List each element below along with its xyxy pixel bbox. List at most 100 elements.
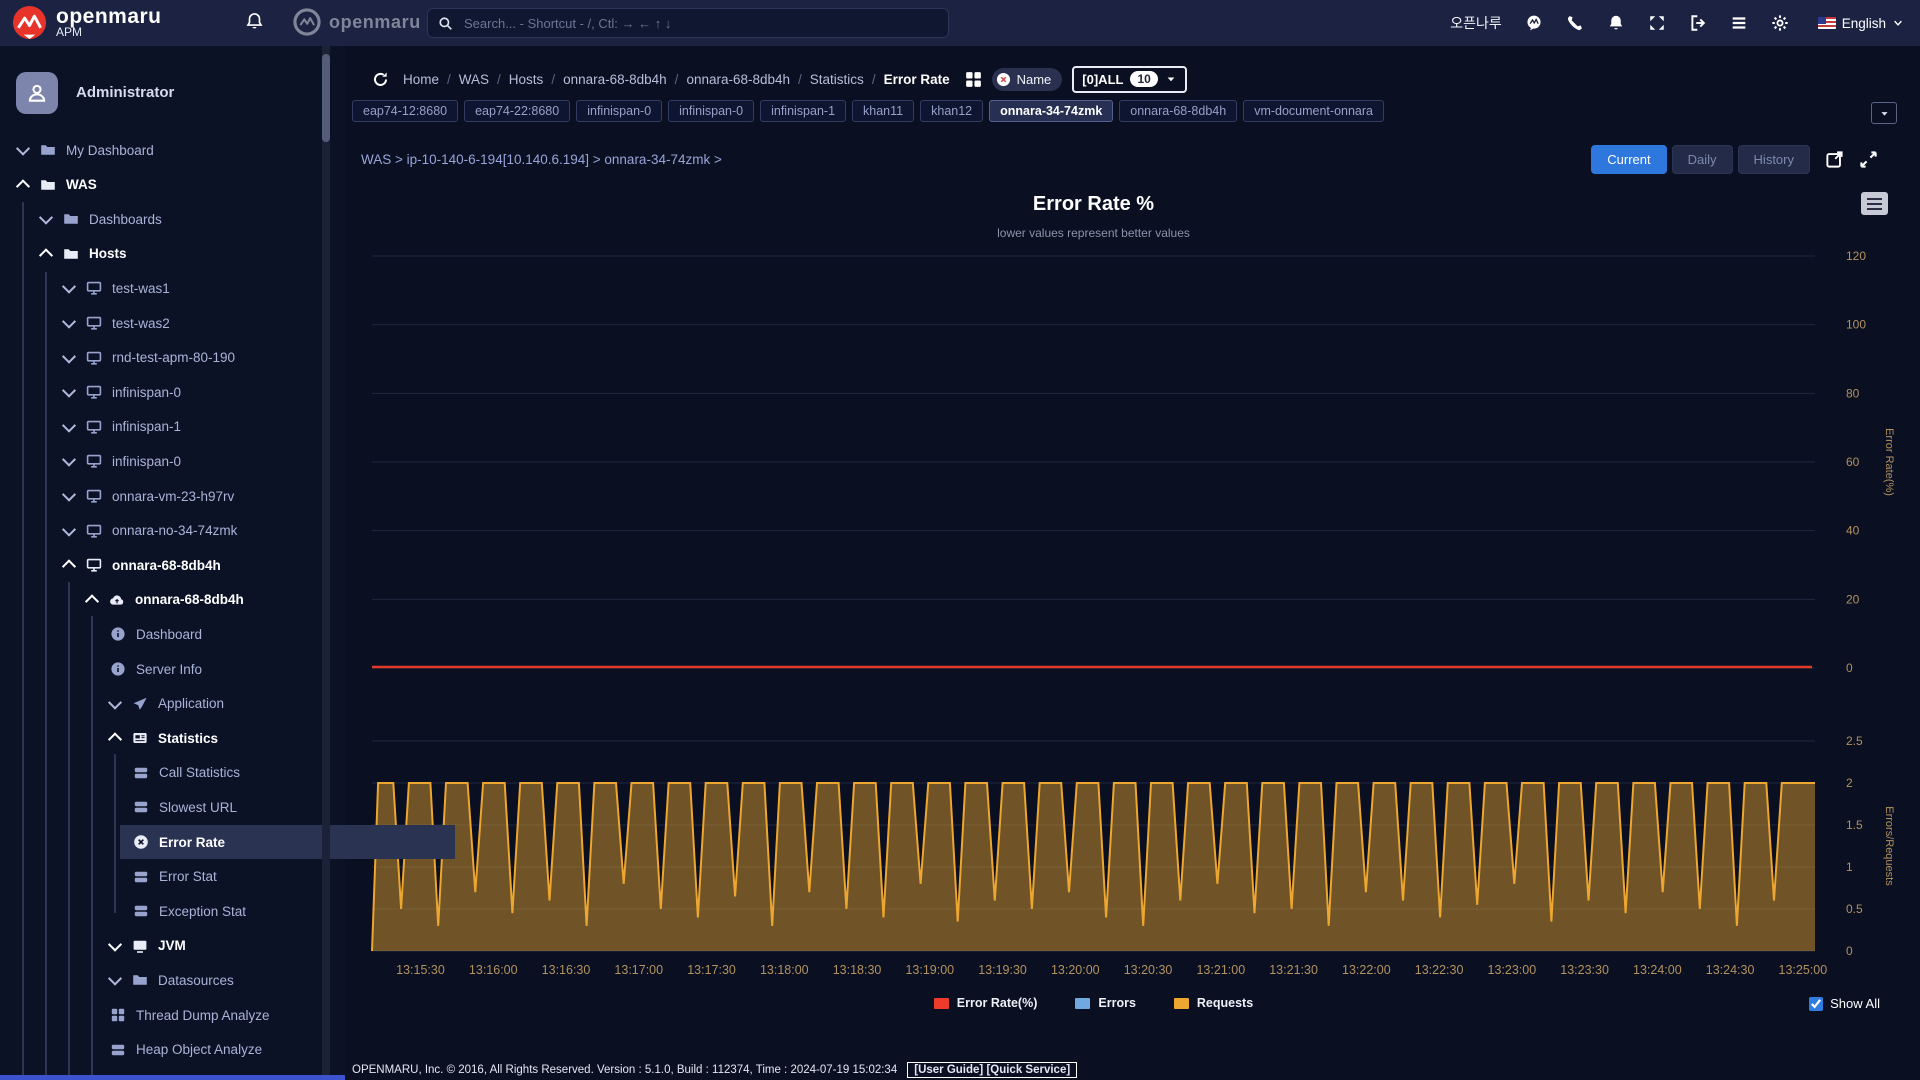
tree-guide-line: [114, 754, 116, 913]
all-dropdown[interactable]: [0]ALL 10: [1072, 65, 1187, 93]
avatar[interactable]: [16, 72, 58, 114]
legend-item-errors[interactable]: Errors: [1075, 996, 1136, 1010]
sidebar-item-application[interactable]: Application: [0, 687, 440, 721]
brand-name: openmaru: [56, 4, 162, 28]
breadcrumb-item[interactable]: Statistics: [810, 72, 864, 87]
sidebar-item-onnara-no-34-74zmk[interactable]: onnara-no-34-74zmk: [0, 514, 394, 548]
host-chip-eap74-12-8680[interactable]: eap74-12:8680: [352, 100, 459, 122]
sidebar-item-was[interactable]: WAS: [0, 168, 348, 202]
sidebar-item-heap-object-analyze[interactable]: Heap Object Analyze: [0, 1033, 440, 1067]
refresh-icon[interactable]: [372, 71, 389, 88]
chevron-down-icon[interactable]: [15, 141, 31, 156]
breadcrumb-item[interactable]: Error Rate: [884, 72, 950, 87]
openmaru-chat-icon[interactable]: [1525, 14, 1543, 32]
close-circle-icon[interactable]: [996, 72, 1011, 87]
chevron-down-icon[interactable]: [61, 314, 77, 329]
breadcrumb-item[interactable]: Hosts: [509, 72, 544, 87]
fullscreen-icon[interactable]: [1648, 14, 1666, 32]
chevron-down-icon[interactable]: [107, 695, 123, 710]
sidebar-item-onnara-vm-23-h97rv[interactable]: onnara-vm-23-h97rv: [0, 479, 394, 513]
host-chip-onnara-68-8db4h[interactable]: onnara-68-8db4h: [1119, 100, 1238, 122]
sidebar-item-label: Statistics: [158, 730, 219, 746]
chevron-down-icon[interactable]: [61, 452, 77, 468]
host-chip-infinispan-1[interactable]: infinispan-1: [760, 100, 847, 122]
sidebar-item-hosts[interactable]: Hosts: [0, 237, 371, 271]
sidebar-item-statistics[interactable]: Statistics: [0, 721, 440, 755]
menu-icon[interactable]: [1730, 14, 1748, 32]
chevron-down-icon[interactable]: [107, 937, 123, 952]
top-bar: openmaru APM openmaru 오픈나루 English: [0, 0, 1920, 46]
host-chip-onnara-34-74zmk[interactable]: onnara-34-74zmk: [989, 100, 1114, 122]
host-chip-infinispan-0[interactable]: infinispan-0: [668, 100, 755, 122]
bell-icon[interactable]: [1607, 14, 1625, 32]
chevron-down-icon[interactable]: [61, 279, 77, 295]
host-chip-vm-document-onnara[interactable]: vm-document-onnara: [1243, 100, 1384, 122]
host-chip-infinispan-0[interactable]: infinispan-0: [576, 100, 663, 122]
chevron-up-icon[interactable]: [84, 594, 100, 609]
breadcrumb-item[interactable]: onnara-68-8db4h: [686, 72, 790, 87]
search-input[interactable]: [462, 14, 938, 32]
chart-menu-icon[interactable]: [1861, 192, 1888, 215]
name-filter-pill[interactable]: Name: [991, 67, 1063, 91]
phone-icon[interactable]: [1566, 14, 1584, 32]
search-bar[interactable]: [427, 8, 949, 38]
chevron-down-icon[interactable]: [61, 487, 77, 502]
sidebar-item-datasources[interactable]: Datasources: [0, 963, 440, 997]
breadcrumb-separator: /: [871, 71, 876, 87]
chevron-up-icon[interactable]: [107, 732, 123, 747]
chevron-up-icon[interactable]: [15, 178, 31, 194]
external-link-icon[interactable]: [1825, 150, 1844, 169]
chevron-down-icon[interactable]: [61, 522, 77, 537]
footer-links[interactable]: [User Guide] [Quick Service]: [907, 1062, 1078, 1078]
breadcrumb-item[interactable]: Home: [403, 72, 439, 87]
sidebar-item-my-dashboard[interactable]: My Dashboard: [0, 133, 348, 167]
show-all-checkbox[interactable]: [1809, 996, 1824, 1011]
chart-title: Error Rate %: [1032, 193, 1155, 215]
breadcrumb-separator: /: [447, 71, 451, 87]
sidebar-item-test-was1[interactable]: test-was1: [0, 271, 394, 305]
sidebar-scrollbar-track[interactable]: [322, 46, 330, 1080]
sidebar-item-test-was2[interactable]: test-was2: [0, 306, 394, 340]
legend-item-requests[interactable]: Requests: [1173, 996, 1253, 1010]
breadcrumb-item[interactable]: WAS: [459, 72, 489, 87]
chevron-down-icon[interactable]: [107, 971, 123, 987]
context-path[interactable]: WAS > ip-10-140-6-194[10.140.6.194] > on…: [361, 152, 722, 167]
sidebar-item-infinispan-1[interactable]: infinispan-1: [0, 410, 394, 444]
breadcrumb-item[interactable]: onnara-68-8db4h: [563, 72, 667, 87]
bell-icon[interactable]: [245, 12, 264, 31]
chip-list-expand-button[interactable]: [1871, 102, 1897, 124]
host-chip-eap74-22-8680[interactable]: eap74-22:8680: [464, 100, 571, 122]
chevron-down-icon[interactable]: [61, 349, 77, 364]
chevron-up-icon[interactable]: [61, 559, 77, 574]
sidebar-item-dashboard[interactable]: Dashboard: [0, 617, 440, 651]
logout-icon[interactable]: [1689, 14, 1707, 32]
host-chip-khan12[interactable]: khan12: [920, 100, 984, 122]
chevron-up-icon[interactable]: [38, 248, 54, 263]
sidebar-horizontal-scrollbar[interactable]: [0, 1075, 345, 1080]
resize-expand-icon[interactable]: [1859, 150, 1878, 169]
sidebar-scrollbar-thumb[interactable]: [322, 54, 330, 142]
sidebar-item-rnd-test-apm-80-190[interactable]: rnd-test-apm-80-190: [0, 341, 394, 375]
language-selector[interactable]: English: [1817, 16, 1904, 31]
current-button[interactable]: Current: [1591, 145, 1667, 174]
host-chip-khan11[interactable]: khan11: [852, 100, 915, 122]
user-name[interactable]: 오픈나루: [1450, 13, 1502, 33]
sidebar-item-server-info[interactable]: Server Info: [0, 652, 440, 686]
chevron-down-icon[interactable]: [61, 383, 77, 398]
chevron-down-icon[interactable]: [38, 210, 54, 225]
history-button[interactable]: History: [1737, 145, 1810, 174]
legend-swatch: [933, 997, 949, 1009]
brand[interactable]: openmaru APM: [12, 5, 162, 40]
sidebar-item-infinispan-0[interactable]: infinispan-0: [0, 375, 394, 409]
settings-icon[interactable]: [1771, 14, 1789, 32]
chevron-down-icon[interactable]: [61, 418, 77, 433]
sidebar-item-onnara-68-8db4h[interactable]: onnara-68-8db4h: [0, 583, 417, 617]
sidebar-item-onnara-68-8db4h[interactable]: onnara-68-8db4h: [0, 548, 394, 582]
sidebar-item-dashboards[interactable]: Dashboards: [0, 202, 371, 236]
sidebar-item-infinispan-0[interactable]: infinispan-0: [0, 444, 394, 478]
sidebar-item-jvm[interactable]: JVM: [0, 929, 440, 963]
grid-view-icon[interactable]: [964, 70, 983, 89]
daily-button[interactable]: Daily: [1671, 145, 1733, 174]
sidebar-item-thread-dump-analyze[interactable]: Thread Dump Analyze: [0, 998, 440, 1032]
legend-item-error-rate-[interactable]: Error Rate(%): [933, 996, 1037, 1010]
